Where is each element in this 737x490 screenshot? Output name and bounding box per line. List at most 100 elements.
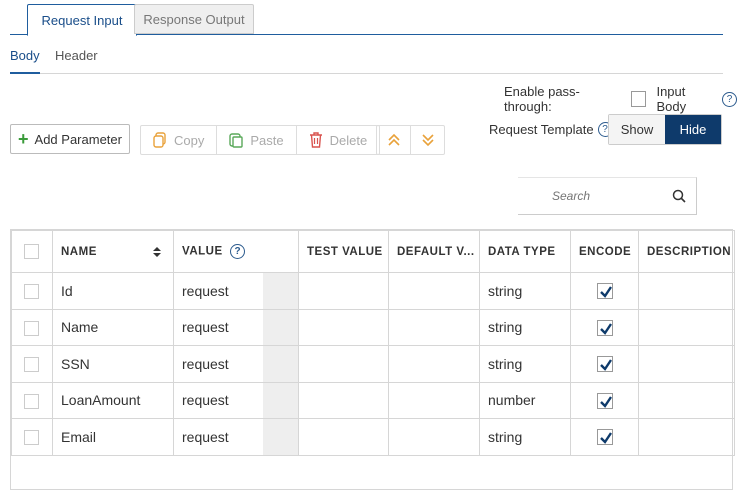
cell-value[interactable]: request <box>173 345 299 383</box>
cell-data-type[interactable]: string <box>479 345 571 383</box>
table-row[interactable]: Email request string <box>11 418 735 456</box>
encode-checkbox[interactable] <box>596 429 613 446</box>
column-header-value[interactable]: VALUE ? <box>173 230 299 273</box>
value-editor-handle[interactable] <box>263 346 298 382</box>
value-editor-handle[interactable] <box>263 419 298 455</box>
cell-description[interactable] <box>638 345 735 383</box>
cell-name[interactable]: SSN <box>52 345 174 383</box>
cell-test-value[interactable] <box>298 381 389 419</box>
double-chevron-down-icon <box>421 134 434 147</box>
cell-default-value[interactable] <box>388 308 480 346</box>
paste-label: Paste <box>250 132 284 148</box>
passthrough-label: Enable pass-through: <box>504 84 580 114</box>
column-header-default-value[interactable]: DEFAULT V... <box>388 230 480 273</box>
cell-test-value[interactable] <box>298 272 389 310</box>
cell-value[interactable]: request <box>173 272 299 310</box>
column-header-test-value[interactable]: TEST VALUE <box>298 230 389 273</box>
checkmark-icon <box>599 359 612 372</box>
edit-button-group: Copy Paste Delete <box>140 125 381 155</box>
subtab-body[interactable]: Body <box>10 48 40 74</box>
cell-name[interactable]: Id <box>52 272 174 310</box>
value-text: request <box>182 428 229 445</box>
encode-checkbox[interactable] <box>596 283 613 300</box>
cell-test-value[interactable] <box>298 308 389 346</box>
plus-icon: + <box>18 128 29 149</box>
table-row[interactable]: Name request string <box>11 308 735 346</box>
search-icon[interactable] <box>672 189 686 203</box>
cell-test-value[interactable] <box>298 418 389 456</box>
column-header-description[interactable]: DESCRIPTION <box>638 230 735 273</box>
checkmark-icon <box>599 396 612 408</box>
move-buttons <box>376 125 445 155</box>
table-row[interactable]: Id request string <box>11 272 735 310</box>
select-all-cell <box>11 230 53 273</box>
request-template-label: Request Template <box>489 122 594 137</box>
cell-data-type[interactable]: string <box>479 272 571 310</box>
row-checkbox[interactable] <box>24 357 39 373</box>
cell-value[interactable]: request <box>173 418 299 456</box>
checkmark-icon <box>599 323 612 335</box>
delete-button[interactable]: Delete <box>297 126 380 154</box>
select-all-checkbox[interactable] <box>24 244 39 259</box>
sort-icon[interactable] <box>153 246 161 258</box>
move-up-button[interactable] <box>377 126 411 154</box>
table-row[interactable]: SSN request string <box>11 345 735 383</box>
row-checkbox[interactable] <box>24 320 39 336</box>
search-input[interactable] <box>552 189 672 203</box>
show-button[interactable]: Show <box>609 115 665 144</box>
value-editor-handle[interactable] <box>263 309 298 345</box>
cell-default-value[interactable] <box>388 272 480 310</box>
row-checkbox[interactable] <box>24 284 39 300</box>
encode-checkbox[interactable] <box>596 356 613 373</box>
search-box <box>518 177 697 215</box>
add-parameter-button[interactable]: + Add Parameter <box>10 124 130 154</box>
cell-description[interactable] <box>638 381 735 419</box>
tab-response-output[interactable]: Response Output <box>134 4 254 34</box>
tab-bar: Request Input Response Output <box>10 0 723 36</box>
cell-data-type[interactable]: string <box>479 418 571 456</box>
move-down-button[interactable] <box>411 126 444 154</box>
column-header-name[interactable]: NAME <box>52 230 174 273</box>
cell-description[interactable] <box>638 272 735 310</box>
value-editor-handle[interactable] <box>263 382 298 418</box>
cell-value[interactable]: request <box>173 308 299 346</box>
tab-request-input[interactable]: Request Input <box>27 4 137 36</box>
hide-button[interactable]: Hide <box>665 115 721 144</box>
cell-value[interactable]: request <box>173 381 299 419</box>
cell-name[interactable]: Name <box>52 308 174 346</box>
table-row[interactable]: LoanAmount request number <box>11 381 735 419</box>
cell-name[interactable]: LoanAmount <box>52 381 174 419</box>
row-select-cell <box>11 381 53 419</box>
subtab-header[interactable]: Header <box>55 48 98 63</box>
copy-button[interactable]: Copy <box>141 126 218 154</box>
value-editor-handle[interactable] <box>263 273 298 309</box>
cell-default-value[interactable] <box>388 381 480 419</box>
help-icon[interactable]: ? <box>722 91 737 107</box>
double-chevron-up-icon <box>387 133 400 146</box>
help-icon[interactable]: ? <box>230 244 246 259</box>
cell-default-value[interactable] <box>388 418 480 456</box>
cell-name[interactable]: Email <box>52 418 174 456</box>
cell-data-type[interactable]: number <box>479 381 571 419</box>
cell-default-value[interactable] <box>388 345 480 383</box>
paste-icon <box>229 133 244 148</box>
value-text: request <box>182 355 229 372</box>
column-header-encode[interactable]: ENCODE <box>570 230 639 273</box>
value-text: request <box>182 392 229 409</box>
checkmark-icon <box>599 286 612 299</box>
input-body-checkbox[interactable] <box>630 91 647 107</box>
cell-description[interactable] <box>638 308 735 346</box>
row-checkbox[interactable] <box>24 430 39 446</box>
cell-data-type[interactable]: string <box>479 308 571 346</box>
row-checkbox[interactable] <box>24 393 39 409</box>
value-text: request <box>182 319 229 336</box>
encode-checkbox[interactable] <box>596 319 613 336</box>
cell-description[interactable] <box>638 418 735 456</box>
column-header-label: VALUE <box>182 245 223 258</box>
encode-checkbox[interactable] <box>596 392 613 409</box>
column-header-data-type[interactable]: DATA TYPE <box>479 230 571 273</box>
cell-test-value[interactable] <box>298 345 389 383</box>
paste-button[interactable]: Paste <box>217 126 297 154</box>
table-header-row: NAME VALUE ? TEST VALUE DEFAULT V... DAT… <box>11 230 735 273</box>
parameters-grid: NAME VALUE ? TEST VALUE DEFAULT V... DAT… <box>10 229 735 490</box>
